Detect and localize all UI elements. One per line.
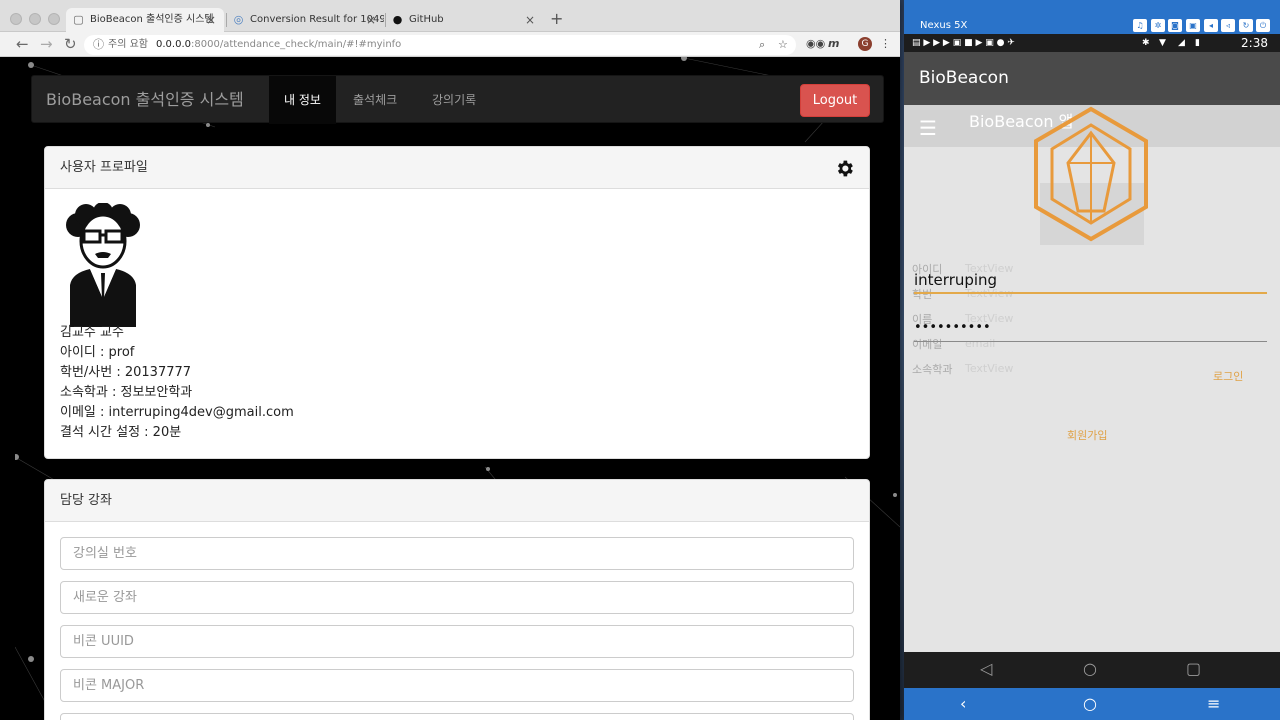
courses-panel-heading: 담당 강좌 <box>45 480 869 522</box>
page-viewport: BioBeacon 출석인증 시스템 내 정보 출석체크 강의기록 Logout… <box>15 57 900 720</box>
info-icon[interactable]: ⓘ <box>93 35 104 55</box>
volume-down-icon[interactable]: ◂ <box>1204 19 1218 32</box>
profile-avatar[interactable]: G <box>858 37 872 51</box>
tab-biobeacon[interactable]: ▢ BioBeacon 출석인증 시스템 × <box>66 8 224 32</box>
beacon-uuid-input[interactable] <box>60 625 854 658</box>
maximize-window-button[interactable] <box>48 13 60 25</box>
zoom-icon[interactable]: ⌕ <box>759 35 765 55</box>
back-arrow-icon[interactable]: ← <box>16 35 29 53</box>
panel-title: 담당 강좌 <box>60 493 112 508</box>
device-name: Nexus 5X <box>920 20 968 31</box>
tab-github[interactable]: ● GitHub × <box>385 8 543 32</box>
back-triangle-icon[interactable]: ◁ <box>980 658 992 680</box>
url-text: 0.0.0.0:8000/attendance_check/main/#!#my… <box>156 39 402 50</box>
extension-m-icon[interactable]: m <box>828 36 839 52</box>
power-icon[interactable]: ⏻ <box>1256 19 1270 32</box>
beacon-minor-input[interactable] <box>60 713 854 720</box>
new-course-input[interactable] <box>60 581 854 614</box>
forward-arrow-icon[interactable]: → <box>40 35 53 53</box>
tab-conversion-result[interactable]: ◎ Conversion Result for 1049b4 × <box>226 8 384 32</box>
gear-icon[interactable] <box>834 158 855 179</box>
top-navbar: BioBeacon 출석인증 시스템 내 정보 출석체크 강의기록 Logout <box>31 75 884 124</box>
panel-title: 사용자 프로파일 <box>60 160 148 175</box>
tab-title: GitHub <box>409 14 444 25</box>
app-action-bar: BioBeacon <box>904 52 1280 105</box>
recents-square-icon[interactable]: ▢ <box>1186 658 1201 680</box>
close-icon[interactable]: × <box>206 8 216 32</box>
nav-attendance-check[interactable]: 출석체크 <box>353 76 397 124</box>
nav-my-info[interactable]: 내 정보 <box>269 76 336 124</box>
logout-button[interactable]: Logout <box>800 84 870 117</box>
emulator-title-bar: Nexus 5X ♫ ✲ ◙ ▣ ◂ ◃ ↻ ⏻ <box>904 0 1280 34</box>
close-icon[interactable]: × <box>366 8 376 32</box>
address-bar[interactable]: ⓘ 주의 요함 0.0.0.0:8000/attendance_check/ma… <box>84 35 796 55</box>
browser-toolbar: ← → ↻ ⓘ 주의 요함 0.0.0.0:8000/attendance_ch… <box>0 32 900 57</box>
tab-title: BioBeacon 출석인증 시스템 <box>90 14 214 25</box>
emulator-bottom-bar: ‹ ○ ≡ <box>904 688 1280 720</box>
battery-icon: ▮ <box>1195 38 1200 48</box>
profile-absence-setting: 결석 시간 설정 : 20분 <box>60 425 182 440</box>
page-icon: ▢ <box>73 13 84 26</box>
profile-name: 김교수 교수 <box>60 325 124 340</box>
browser-window: ▢ BioBeacon 출석인증 시스템 × ◎ Conversion Resu… <box>0 0 900 720</box>
hamburger-menu-icon[interactable]: ☰ <box>919 116 937 140</box>
android-emulator: Nexus 5X ♫ ✲ ◙ ▣ ◂ ◃ ↻ ⏻ ▤ ▶ ▶ ▶ ▣ ■ ▶ ▣… <box>904 0 1280 720</box>
nav-lecture-records[interactable]: 강의기록 <box>432 76 476 124</box>
app-title: BioBeacon <box>919 68 1009 88</box>
status-clock: 2:38 <box>1241 36 1268 50</box>
extension-glasses-icon[interactable]: ◉◉ <box>806 36 825 52</box>
signal-icon: ◢ <box>1178 38 1185 48</box>
profile-panel: 사용자 프로파일 김교수 교수 아이디: prof 학번/사번: 20137… <box>44 146 870 459</box>
field-value-department: TextView <box>965 362 1014 375</box>
chevron-left-icon[interactable]: ‹ <box>960 693 966 715</box>
profile-panel-heading: 사용자 프로파일 <box>45 147 869 189</box>
tab-title: Conversion Result for 1049b4 <box>250 14 384 25</box>
minimize-window-button[interactable] <box>29 13 41 25</box>
document-icon: ◎ <box>233 13 244 26</box>
signup-button[interactable]: 회원가입 <box>1067 427 1107 443</box>
new-tab-button[interactable]: + <box>550 9 563 28</box>
rotate-icon[interactable]: ↻ <box>1239 19 1253 32</box>
profile-department: 소속학과 : 정보보안학과 <box>60 385 193 400</box>
professor-avatar <box>66 203 140 327</box>
login-id-input[interactable]: interruping <box>914 268 1267 294</box>
security-warning: 주의 요함 <box>108 39 148 50</box>
profile-student-number: 학번/사번 : 20137777 <box>60 365 192 380</box>
login-password-input[interactable]: •••••••••• <box>914 318 1267 342</box>
notification-icons: ▤ ▶ ▶ ▶ ▣ ■ ▶ ▣ ● ✈ <box>912 38 1015 48</box>
profile-details: 김교수 교수 아이디 : prof 학번/사번 : 20137777 소속학과 … <box>60 323 294 443</box>
close-icon[interactable]: × <box>525 8 535 32</box>
brand-link[interactable]: BioBeacon 출석인증 시스템 <box>46 76 244 124</box>
android-nav-bar: ◁ ○ ▢ <box>904 652 1280 688</box>
home-circle-icon[interactable]: ○ <box>1083 658 1097 680</box>
android-status-bar: ▤ ▶ ▶ ▶ ▣ ■ ▶ ▣ ● ✈ ✱ ▼ ◢ ▮ 2:38 <box>904 34 1280 52</box>
bluetooth-icon: ✱ <box>1142 38 1150 48</box>
login-button[interactable]: 로그인 <box>1213 368 1243 384</box>
reload-icon[interactable]: ↻ <box>64 35 77 53</box>
courses-panel: 담당 강좌 <box>44 479 870 720</box>
headphones-icon[interactable]: ♫ <box>1133 19 1147 32</box>
volume-up-icon[interactable]: ◃ <box>1221 19 1235 32</box>
profile-id: 아이디 : prof <box>60 345 135 360</box>
beacon-logo-icon <box>1034 106 1148 245</box>
home-circle-icon[interactable]: ○ <box>1083 693 1097 715</box>
menu-lines-icon[interactable]: ≡ <box>1207 693 1220 715</box>
tab-strip: ▢ BioBeacon 출석인증 시스템 × ◎ Conversion Resu… <box>0 0 900 32</box>
menu-dots-icon[interactable]: ⋮ <box>880 36 891 52</box>
github-icon: ● <box>392 13 403 26</box>
settings-icon[interactable]: ✲ <box>1151 19 1165 32</box>
profile-email: 이메일 : interruping4dev@gmail.com <box>60 405 294 420</box>
close-window-button[interactable] <box>10 13 22 25</box>
classroom-number-input[interactable] <box>60 537 854 570</box>
wifi-icon: ▼ <box>1159 38 1166 48</box>
bookmark-star-icon[interactable]: ☆ <box>778 35 788 55</box>
camera-icon[interactable]: ◙ <box>1168 19 1182 32</box>
screenshot-icon[interactable]: ▣ <box>1186 19 1200 32</box>
field-label-department: 소속학과 <box>912 363 953 376</box>
beacon-major-input[interactable] <box>60 669 854 702</box>
